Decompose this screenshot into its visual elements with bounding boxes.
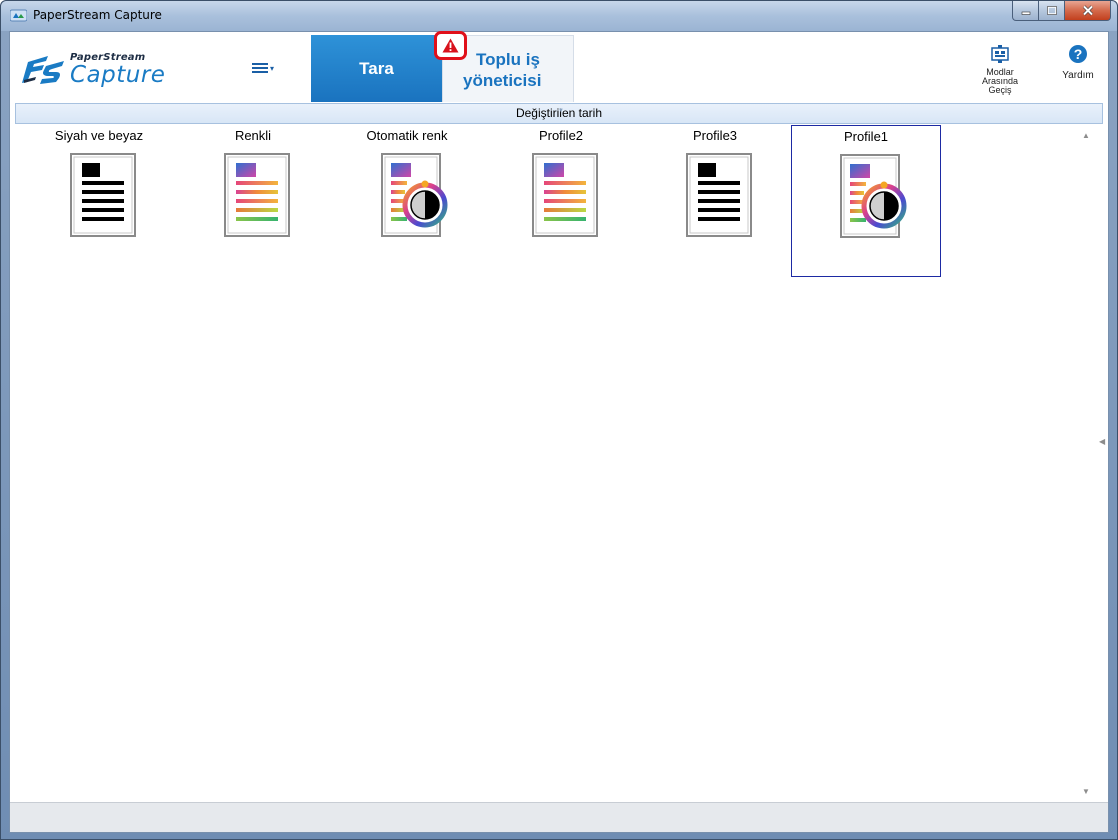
black-white-document-icon (70, 153, 136, 237)
client-area: PaperStream Capture ▾ Tara Toplu iş yöne… (9, 31, 1109, 833)
main-menu-button[interactable]: ▾ (252, 58, 288, 78)
close-button[interactable] (1065, 1, 1111, 21)
warning-icon (442, 38, 459, 53)
switch-modes-label-line3: Geçiş (988, 85, 1012, 95)
profile-name: Siyah ve beyaz (54, 128, 144, 143)
paperstream-logo: PaperStream Capture (22, 48, 192, 88)
color-document-icon (532, 153, 598, 237)
auto-color-document-icon (381, 153, 448, 237)
maximize-button[interactable] (1039, 1, 1065, 21)
sort-arrow-icon: ▼ (558, 108, 564, 114)
profile-item[interactable]: Otomatik renk (332, 125, 482, 277)
switch-modes-label-line2: Arasında (981, 76, 1019, 86)
side-panel-expand-icon[interactable]: ◀ (1099, 437, 1105, 446)
app-icon (10, 9, 27, 22)
tab-batch-manager-label-line2: yöneticisi (463, 71, 542, 90)
help-button[interactable]: ? Yardım (1056, 44, 1100, 94)
switch-modes-icon (991, 45, 1009, 63)
profile-name: Renkli (234, 128, 272, 143)
chevron-down-icon: ▾ (270, 63, 275, 73)
app-window: PaperStream Capture PaperStream Capture … (0, 0, 1118, 840)
profile-name: Profile1 (843, 129, 889, 144)
switch-modes-label-line1: Modlar (986, 67, 1014, 77)
profile-name: Otomatik renk (366, 128, 448, 143)
profile-list: Siyah ve beyaz Renkli Otomatik renk Prof… (10, 125, 1078, 802)
profile-item[interactable]: Siyah ve beyaz (24, 125, 174, 277)
logo-main-text: Capture (70, 62, 166, 88)
warning-highlight (434, 31, 467, 60)
title-bar[interactable]: PaperStream Capture (1, 1, 1117, 31)
svg-text:?: ? (1074, 46, 1083, 62)
minimize-icon (1021, 11, 1030, 15)
logo-mark-icon (22, 56, 64, 84)
window-title: PaperStream Capture (33, 8, 162, 22)
black-white-document-icon (686, 153, 752, 237)
profile-item-selected[interactable]: Profile1 (791, 125, 941, 277)
scroll-down-icon[interactable]: ▼ (1082, 787, 1090, 796)
profile-name: Profile3 (692, 128, 738, 143)
switch-modes-button[interactable]: Modlar Arasında Geçiş (976, 44, 1024, 102)
sort-header[interactable]: ▼ Değiştirilen tarih (15, 103, 1103, 124)
close-icon (1082, 5, 1093, 16)
profile-item[interactable]: Profile2 (486, 125, 636, 277)
hamburger-menu-icon (252, 63, 268, 73)
tab-tara[interactable]: Tara (311, 35, 442, 102)
profile-name: Profile2 (538, 128, 584, 143)
profile-item[interactable]: Profile3 (640, 125, 790, 277)
vertical-scrollbar[interactable]: ▲ ▼ (1078, 125, 1096, 802)
tab-tara-label: Tara (359, 58, 394, 78)
status-bar (10, 802, 1108, 832)
auto-color-document-icon (840, 154, 907, 238)
maximize-icon (1046, 6, 1057, 15)
help-label: Yardım (1062, 70, 1094, 81)
toolbar: PaperStream Capture ▾ Tara Toplu iş yöne… (10, 31, 1108, 102)
minimize-button[interactable] (1012, 1, 1039, 21)
tab-batch-manager-label-line1: Toplu iş (476, 50, 540, 69)
scroll-up-icon[interactable]: ▲ (1082, 131, 1090, 140)
color-document-icon (224, 153, 290, 237)
profile-item[interactable]: Renkli (178, 125, 328, 277)
help-icon: ? (1069, 45, 1087, 63)
